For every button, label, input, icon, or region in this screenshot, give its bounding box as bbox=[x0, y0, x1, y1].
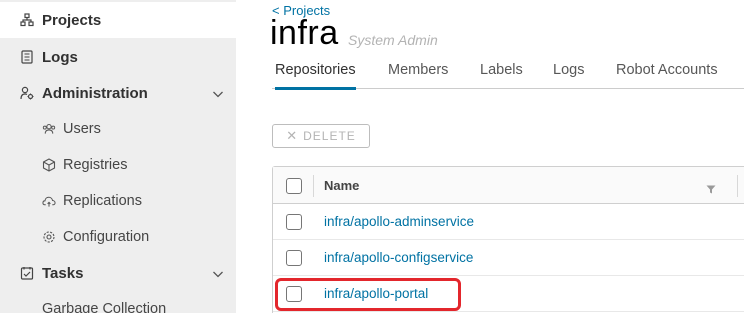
sidebar-item-registries[interactable]: Registries bbox=[0, 147, 236, 183]
sidebar-item-label: Users bbox=[63, 121, 101, 137]
sidebar-item-garbage-collection[interactable]: Garbage Collection bbox=[0, 291, 236, 313]
tab-logs[interactable]: Logs bbox=[553, 62, 584, 89]
tab-repositories[interactable]: Repositories bbox=[275, 62, 356, 90]
sidebar-item-projects[interactable]: Projects bbox=[0, 2, 236, 38]
sidebar-item-tasks[interactable]: Tasks bbox=[0, 255, 236, 291]
sidebar-item-logs[interactable]: Logs bbox=[0, 39, 236, 75]
sidebar-item-label: Registries bbox=[63, 157, 128, 173]
sidebar-item-label: Configuration bbox=[63, 229, 150, 245]
repository-link[interactable]: infra/apollo-portal bbox=[324, 286, 428, 301]
users-icon bbox=[42, 122, 56, 136]
sidebar-item-replications[interactable]: Replications bbox=[0, 183, 236, 219]
chevron-down-icon[interactable] bbox=[212, 87, 224, 99]
tab-members[interactable]: Members bbox=[388, 62, 448, 89]
delete-button[interactable]: ✕ DELETE bbox=[272, 124, 370, 148]
sidebar-item-configuration[interactable]: Configuration bbox=[0, 219, 236, 255]
sidebar-item-label: Administration bbox=[42, 84, 148, 102]
row-checkbox[interactable] bbox=[286, 286, 302, 302]
sidebar: Projects Logs Administration Users Regis… bbox=[0, 0, 236, 313]
select-all-checkbox[interactable] bbox=[286, 178, 302, 194]
sidebar-item-label: Garbage Collection bbox=[42, 301, 167, 313]
repository-link[interactable]: infra/apollo-configservice bbox=[324, 250, 473, 265]
repositories-grid: Name infra/apollo-adminservice infra/apo… bbox=[272, 166, 744, 313]
table-row[interactable]: infra/apollo-configservice bbox=[273, 240, 744, 276]
filter-icon[interactable] bbox=[706, 181, 716, 199]
tab-labels[interactable]: Labels bbox=[480, 62, 523, 89]
projects-icon bbox=[20, 13, 34, 27]
table-row[interactable]: infra/apollo-adminservice bbox=[273, 204, 744, 240]
tab-robot-accounts[interactable]: Robot Accounts bbox=[616, 62, 718, 89]
column-divider bbox=[737, 175, 738, 197]
repository-link[interactable]: infra/apollo-adminservice bbox=[324, 214, 474, 229]
tab-bar: Repositories Members Labels Logs Robot A… bbox=[272, 62, 744, 90]
sidebar-item-label: Logs bbox=[42, 48, 78, 66]
close-icon: ✕ bbox=[286, 128, 299, 143]
sidebar-item-label: Projects bbox=[42, 11, 102, 29]
cloud-sync-icon bbox=[42, 194, 56, 208]
registries-icon bbox=[42, 158, 56, 172]
column-header-name[interactable]: Name bbox=[324, 178, 359, 193]
sidebar-item-label: Tasks bbox=[42, 264, 84, 282]
sidebar-item-administration[interactable]: Administration bbox=[0, 75, 236, 111]
main-content: < Projects infra System Admin Repositori… bbox=[236, 0, 744, 313]
role-label: System Admin bbox=[348, 32, 438, 48]
chevron-down-icon[interactable] bbox=[212, 267, 224, 279]
row-checkbox[interactable] bbox=[286, 250, 302, 266]
administration-icon bbox=[20, 86, 34, 100]
gear-icon bbox=[42, 230, 56, 244]
sidebar-item-users[interactable]: Users bbox=[0, 111, 236, 147]
sidebar-item-label: Replications bbox=[63, 193, 142, 209]
column-divider bbox=[313, 175, 314, 197]
delete-button-label: DELETE bbox=[303, 129, 356, 143]
tasks-icon bbox=[20, 266, 34, 280]
logs-icon bbox=[20, 50, 34, 64]
row-checkbox[interactable] bbox=[286, 214, 302, 230]
grid-header: Name bbox=[273, 167, 744, 204]
page-title: infra bbox=[270, 14, 339, 52]
table-row[interactable]: infra/apollo-portal bbox=[273, 276, 744, 312]
